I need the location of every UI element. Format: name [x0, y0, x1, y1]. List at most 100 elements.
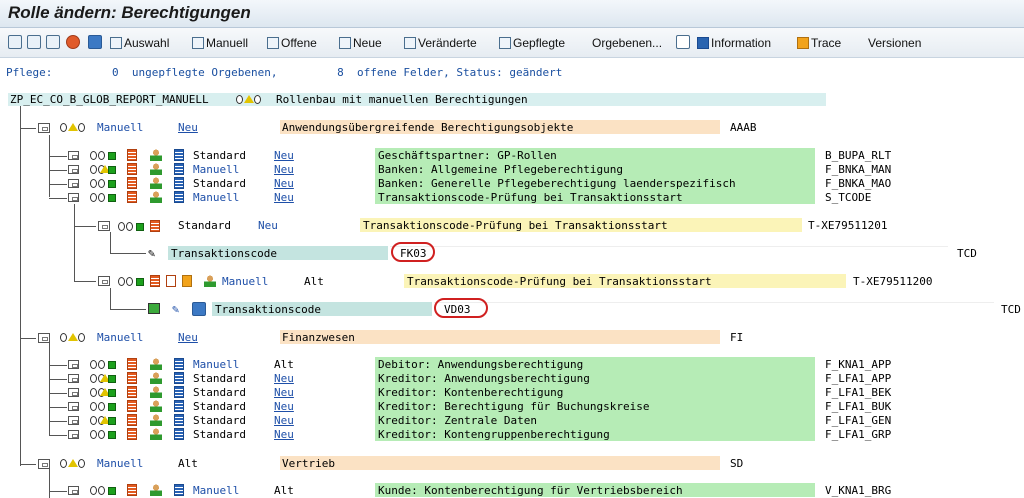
user-icon[interactable] — [150, 191, 162, 203]
document-icon[interactable] — [150, 275, 160, 287]
folder-icon[interactable] — [68, 179, 79, 188]
group-status[interactable]: Neu — [178, 331, 198, 344]
manuell-button[interactable]: Manuell — [192, 34, 248, 52]
versionen-button[interactable]: Versionen — [868, 34, 921, 52]
information-button[interactable]: Information — [697, 34, 771, 52]
trace-icon[interactable] — [182, 275, 192, 287]
object-status[interactable]: Neu — [274, 191, 294, 204]
folder-icon[interactable] — [38, 333, 50, 343]
collapse-icon[interactable] — [27, 35, 41, 49]
group-status[interactable]: Neu — [178, 121, 198, 134]
list-icon[interactable] — [174, 400, 184, 412]
lamp-icon — [126, 277, 133, 286]
status-icon[interactable] — [66, 35, 80, 49]
object-type: Standard — [193, 400, 246, 413]
object-status[interactable]: Neu — [274, 428, 294, 441]
document-icon[interactable] — [150, 220, 160, 232]
edit-icon[interactable]: ✎ — [172, 302, 179, 316]
user-icon[interactable] — [150, 414, 162, 426]
offene-button[interactable]: Offene — [267, 34, 317, 52]
document-icon[interactable] — [127, 191, 137, 203]
document-icon[interactable] — [127, 428, 137, 440]
document-icon[interactable] — [127, 372, 137, 384]
delete-icon[interactable] — [192, 302, 206, 316]
document-icon[interactable] — [127, 484, 137, 496]
expand-icon[interactable] — [8, 35, 22, 49]
field1-value-field[interactable] — [390, 246, 948, 260]
folder-icon[interactable] — [68, 388, 79, 397]
folder-icon[interactable] — [98, 276, 110, 286]
document-icon[interactable] — [127, 177, 137, 189]
folder-icon[interactable] — [68, 374, 79, 383]
green-status-icon — [108, 389, 116, 397]
user-icon[interactable] — [150, 177, 162, 189]
list-icon[interactable] — [174, 372, 184, 384]
document-icon[interactable] — [127, 414, 137, 426]
document-icon[interactable] — [127, 149, 137, 161]
folder-icon[interactable] — [98, 221, 110, 231]
list-icon[interactable] — [174, 358, 184, 370]
object-status[interactable]: Alt — [274, 358, 294, 371]
list-icon[interactable] — [174, 484, 184, 496]
copy-icon[interactable] — [166, 275, 176, 287]
list-icon[interactable] — [174, 149, 184, 161]
object-status[interactable]: Neu — [274, 149, 294, 162]
neue-button[interactable]: Neue — [339, 34, 382, 52]
folder-icon[interactable] — [68, 430, 79, 439]
folder-icon[interactable] — [38, 459, 50, 469]
user-icon[interactable] — [150, 400, 162, 412]
user-icon[interactable] — [150, 358, 162, 370]
user-icon[interactable] — [150, 484, 162, 496]
object-code: F_LFA1_GEN — [825, 414, 892, 427]
folder-icon[interactable] — [68, 193, 79, 202]
delete-icon[interactable] — [88, 35, 102, 49]
list-icon[interactable] — [174, 414, 184, 426]
field2-value-field[interactable] — [434, 302, 994, 316]
user-icon[interactable] — [150, 163, 162, 175]
object-status[interactable]: Neu — [274, 163, 294, 176]
orgebenen-button[interactable]: Orgebenen... — [592, 34, 662, 52]
folder-icon[interactable] — [68, 416, 79, 425]
field1-code: TCD — [957, 247, 977, 260]
folder-icon[interactable] — [68, 151, 79, 160]
user-icon[interactable] — [150, 372, 162, 384]
document-icon[interactable] — [127, 400, 137, 412]
object-status[interactable]: Alt — [274, 484, 294, 497]
user-icon[interactable] — [150, 149, 162, 161]
user-icon[interactable] — [150, 386, 162, 398]
object-status[interactable]: Neu — [274, 386, 294, 399]
user-icon[interactable] — [204, 275, 216, 287]
root-name[interactable]: ZP_EC_CO_B_GLOB_REPORT_MANUELL — [10, 93, 209, 106]
edit-value-icon[interactable]: ✎ — [148, 246, 155, 260]
user-icon[interactable] — [150, 428, 162, 440]
list-icon[interactable] — [676, 35, 690, 49]
list-icon[interactable] — [174, 163, 184, 175]
folder-icon[interactable] — [38, 123, 50, 133]
tree-icon[interactable] — [46, 35, 60, 49]
document-icon[interactable] — [127, 358, 137, 370]
object-status[interactable]: Neu — [274, 414, 294, 427]
tree-line — [49, 170, 67, 171]
lamp-icon — [78, 123, 85, 132]
lamp-icon — [236, 95, 243, 104]
list-icon[interactable] — [174, 428, 184, 440]
gepflegte-button[interactable]: Gepflegte — [499, 34, 565, 52]
object-status[interactable]: Neu — [274, 177, 294, 190]
object-status[interactable]: Neu — [274, 400, 294, 413]
lamp-icon — [90, 430, 97, 439]
trace-button[interactable]: Trace — [797, 34, 841, 52]
auswahl-button[interactable]: Auswahl — [110, 34, 169, 52]
list-icon[interactable] — [174, 191, 184, 203]
folder-icon[interactable] — [68, 360, 79, 369]
group-status[interactable]: Alt — [178, 457, 198, 470]
folder-icon[interactable] — [68, 402, 79, 411]
object-status[interactable]: Neu — [274, 372, 294, 385]
list-icon[interactable] — [174, 177, 184, 189]
document-icon[interactable] — [127, 386, 137, 398]
folder-icon[interactable] — [68, 165, 79, 174]
folder-icon[interactable] — [68, 486, 79, 495]
lamp-icon — [90, 486, 97, 495]
veraenderte-button[interactable]: Veränderte — [404, 34, 477, 52]
document-icon[interactable] — [127, 163, 137, 175]
list-icon[interactable] — [174, 386, 184, 398]
